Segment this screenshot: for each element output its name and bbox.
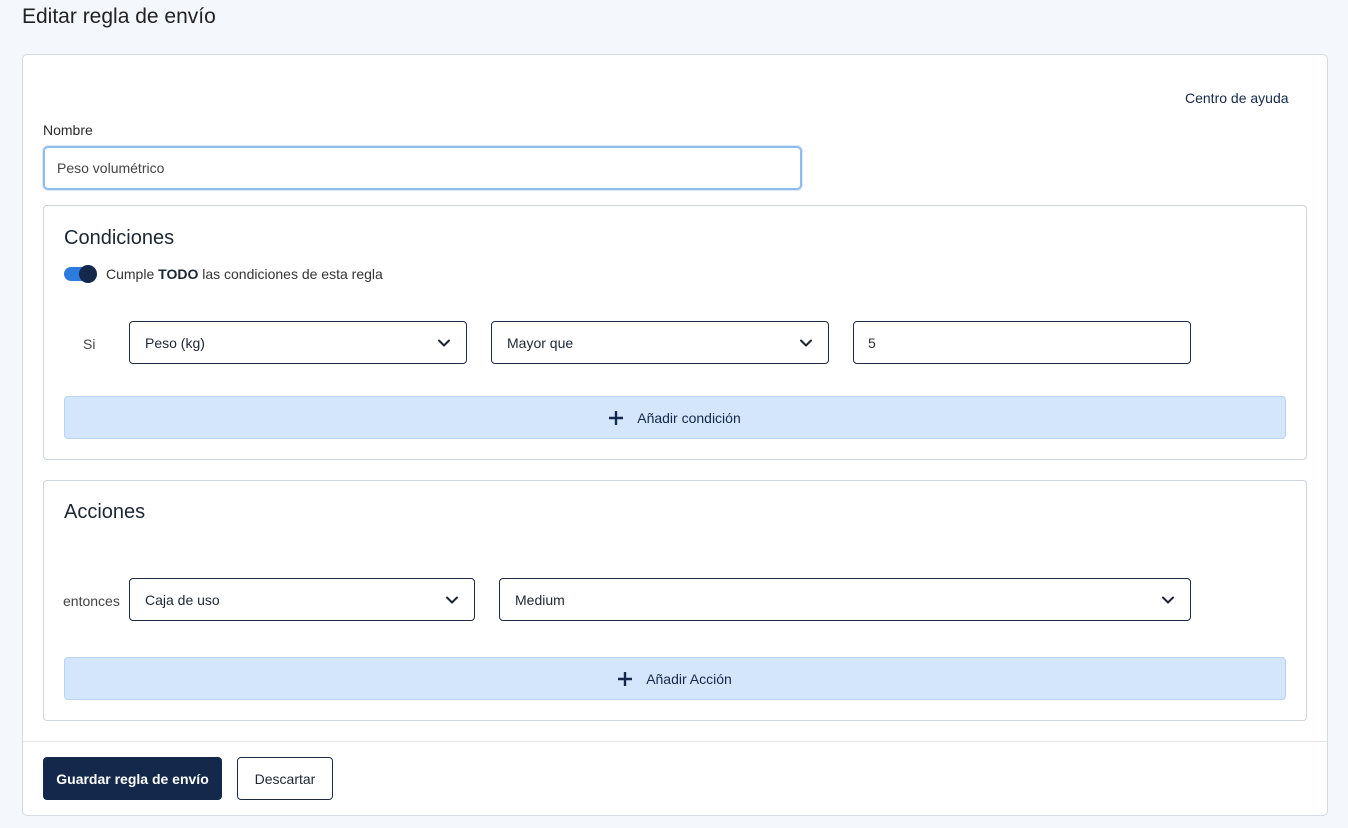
chevron-down-icon [446,596,458,603]
plus-icon [618,671,633,686]
action-then-label: entonces [63,593,120,609]
page-title: Editar regla de envío [22,5,216,28]
name-input[interactable] [43,146,802,190]
condition-field-select[interactable]: Peso (kg) [129,321,467,364]
condition-operator-value: Mayor que [507,334,574,351]
add-condition-button[interactable]: Añadir condición [64,396,1286,439]
add-condition-label: Añadir condición [637,409,741,426]
chevron-down-icon [438,339,450,346]
match-all-text: Cumple TODO las condiciones de esta regl… [106,266,383,282]
name-label: Nombre [43,122,93,138]
help-center-link[interactable]: Centro de ayuda [1185,90,1289,106]
conditions-section: Condiciones Cumple TODO las condiciones … [43,205,1307,460]
toggle-text-bold: TODO [158,266,199,282]
condition-value-input[interactable] [853,321,1191,364]
toggle-knob [79,265,97,283]
action-type-select[interactable]: Caja de uso [129,578,475,621]
toggle-text-suffix: las condiciones de esta regla [202,266,383,282]
toggle-text-prefix: Cumple [106,266,155,282]
condition-operator-select[interactable]: Mayor que [491,321,829,364]
add-action-label: Añadir Acción [646,670,732,687]
rule-card: Centro de ayuda Nombre Condiciones Cumpl… [22,54,1328,816]
action-value-select[interactable]: Medium [499,578,1191,621]
chevron-down-icon [800,339,812,346]
match-all-toggle[interactable] [64,265,97,283]
footer-divider [23,741,1327,742]
chevron-down-icon [1162,596,1174,603]
actions-title: Acciones [64,501,146,523]
match-all-toggle-row: Cumple TODO las condiciones de esta regl… [64,265,383,283]
save-rule-button[interactable]: Guardar regla de envío [43,757,222,800]
condition-field-value: Peso (kg) [145,334,205,351]
discard-button[interactable]: Descartar [237,757,333,800]
condition-if-label: Si [83,336,96,352]
action-value-value: Medium [515,591,565,608]
conditions-title: Condiciones [64,227,175,249]
action-type-value: Caja de uso [145,591,220,608]
add-action-button[interactable]: Añadir Acción [64,657,1286,700]
plus-icon [609,410,624,425]
actions-section: Acciones entonces Caja de uso Medium Aña… [43,480,1307,721]
